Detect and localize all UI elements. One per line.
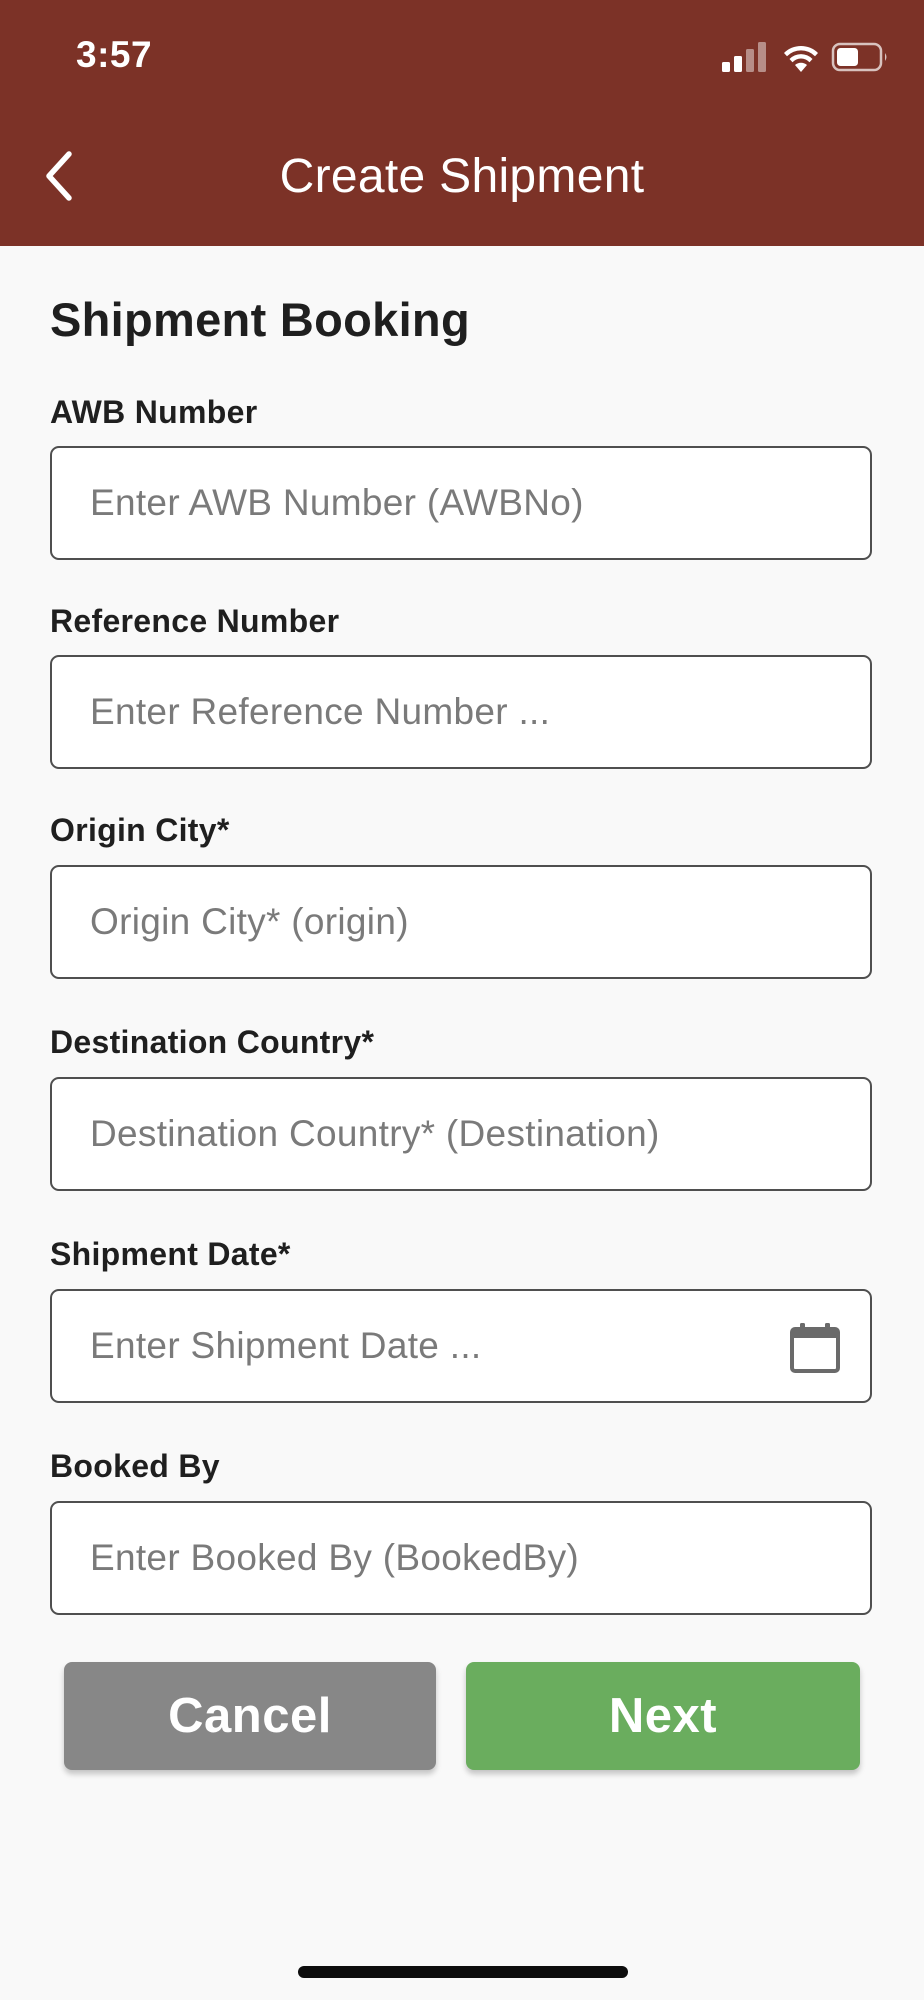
reference-number-label: Reference Number — [50, 603, 340, 639]
origin-city-input[interactable] — [90, 867, 810, 977]
booked-by-input[interactable] — [90, 1503, 810, 1613]
destination-country-field[interactable] — [50, 1077, 872, 1191]
calendar-icon[interactable] — [788, 1321, 842, 1375]
origin-city-field[interactable] — [50, 865, 872, 979]
cancel-button[interactable]: Cancel — [64, 1662, 436, 1770]
app-header: 3:57 Create Shipment — [0, 0, 924, 246]
reference-number-field[interactable] — [50, 655, 872, 769]
awb-number-input[interactable] — [90, 448, 810, 558]
destination-country-input[interactable] — [90, 1079, 810, 1189]
status-time: 3:57 — [76, 34, 153, 75]
origin-city-label: Origin City* — [50, 812, 230, 848]
home-indicator[interactable] — [298, 1966, 628, 1978]
page-title: Create Shipment — [279, 150, 645, 203]
wifi-icon — [784, 45, 818, 72]
booked-by-field[interactable] — [50, 1501, 872, 1615]
shipment-date-label: Shipment Date* — [50, 1236, 291, 1272]
awb-number-field[interactable] — [50, 446, 872, 560]
destination-country-label: Destination Country* — [50, 1024, 375, 1060]
cellular-signal-icon — [722, 42, 766, 72]
next-button[interactable]: Next — [466, 1662, 860, 1770]
awb-number-label: AWB Number — [50, 394, 258, 430]
status-icons — [720, 40, 890, 74]
reference-number-input[interactable] — [90, 657, 810, 767]
shipment-date-input[interactable] — [90, 1291, 730, 1401]
section-title: Shipment Booking — [50, 293, 470, 346]
battery-icon — [831, 42, 887, 72]
booked-by-label: Booked By — [50, 1448, 220, 1484]
shipment-date-field[interactable] — [50, 1289, 872, 1403]
